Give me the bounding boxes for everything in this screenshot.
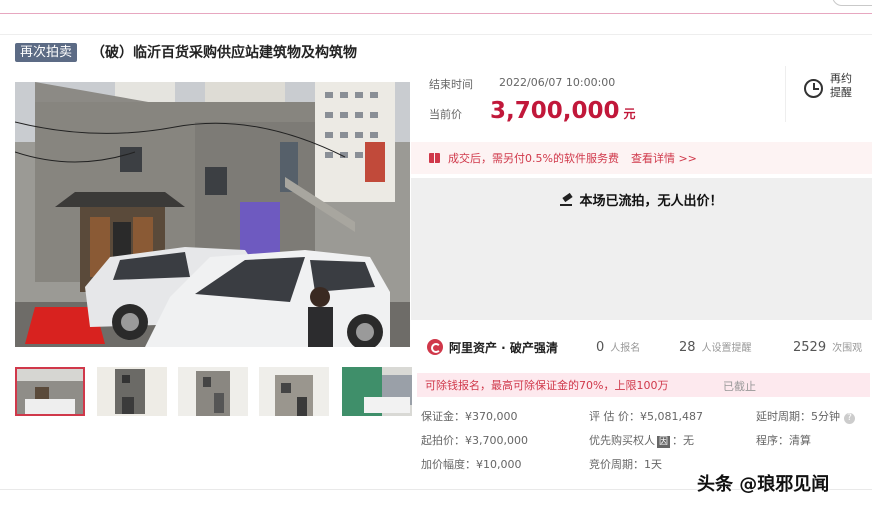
- thumbnail-5[interactable]: [342, 367, 412, 416]
- thumbnail-image: [178, 367, 248, 416]
- deposit-closed-status: 已截止: [723, 380, 756, 393]
- signup-count: 0 人报名: [596, 340, 641, 355]
- gavel-icon: [560, 195, 573, 206]
- start-price-field: 起拍价：¥3,700,000: [421, 434, 528, 447]
- status-panel: 本场已流拍，无人出价！: [411, 178, 872, 320]
- title-row: 再次拍卖 （破）临沂百货采购供应站建筑物及构筑物: [15, 42, 357, 62]
- price-label: 当前价: [429, 108, 462, 121]
- view-count: 2529 次围观: [793, 340, 863, 355]
- fee-text: 成交后，需另付0.5%的软件服务费: [448, 152, 619, 165]
- alarm-clock-icon: [804, 79, 823, 98]
- remind-label: 再约提醒: [830, 72, 852, 99]
- page-title: （破）临沂百货采购供应站建筑物及构筑物: [91, 45, 358, 61]
- price-row: 当前价 3,700,000 元: [429, 98, 636, 124]
- top-bar: [0, 0, 872, 14]
- end-time-label: 结束时间: [429, 78, 473, 91]
- deposit-field: 保证金：¥370,000: [421, 410, 518, 423]
- help-icon[interactable]: ?: [844, 413, 855, 424]
- status-message: 本场已流拍，无人出价！: [411, 190, 872, 209]
- end-time-value: 2022/06/07 10:00:00: [499, 76, 616, 89]
- thumbnail-image: [259, 367, 329, 416]
- thumbnail-3[interactable]: [178, 367, 248, 416]
- thumbnail-image: [97, 367, 167, 416]
- gift-icon: [429, 153, 440, 163]
- appraisal-field: 评 估 价：¥5,081,487: [589, 410, 703, 423]
- end-time-row: 结束时间 2022/06/07 10:00:00: [429, 76, 615, 92]
- ali-assets-logo-icon: [427, 339, 443, 355]
- price-unit: 元: [623, 107, 636, 121]
- priority-info-badge[interactable]: 因: [657, 436, 671, 448]
- fee-notice: 成交后，需另付0.5%的软件服务费 查看详情 >>: [411, 142, 872, 174]
- increment-field: 加价幅度：¥10,000: [421, 458, 522, 471]
- bidding-cycle-field: 竞价周期：1天: [589, 458, 662, 471]
- building-photo-image: [15, 82, 410, 347]
- thumbnail-image: [17, 369, 83, 414]
- procedure-field: 程序：清算: [756, 434, 811, 447]
- thumbnail-4[interactable]: [259, 367, 329, 416]
- thumbnail-image: [342, 367, 412, 416]
- thumbnail-2[interactable]: [97, 367, 167, 416]
- priority-buyer-field: 优先购买权人因：无: [589, 434, 695, 448]
- organizer-row: 阿里资产 · 破产强清 0 人报名 28 人设置提醒 2529 次围观: [411, 331, 872, 363]
- top-right-control[interactable]: [832, 0, 872, 6]
- organizer-name[interactable]: 阿里资产 · 破产强清: [449, 339, 558, 356]
- deposit-loan-text: 可除钱报名，最高可除保证金的70%，上限100万: [425, 379, 669, 392]
- delay-period-field: 延时周期：5分钟?: [756, 408, 855, 424]
- remind-button[interactable]: 再约提醒: [785, 66, 872, 122]
- fee-detail-link[interactable]: 查看详情 >>: [631, 150, 697, 166]
- current-price: 3,700,000: [490, 98, 620, 124]
- thumbnail-1[interactable]: [15, 367, 85, 416]
- deposit-loan-notice: 可除钱报名，最高可除保证金的70%，上限100万 已截止: [417, 373, 870, 397]
- watermark: 头条 @琅邪见闻: [697, 474, 830, 495]
- reminder-count: 28 人设置提醒: [679, 340, 752, 355]
- status-text: 本场已流拍，无人出价！: [579, 194, 723, 209]
- main-photo[interactable]: [15, 82, 410, 347]
- reauction-tag: 再次拍卖: [15, 42, 78, 62]
- thumbnail-strip: [15, 367, 412, 417]
